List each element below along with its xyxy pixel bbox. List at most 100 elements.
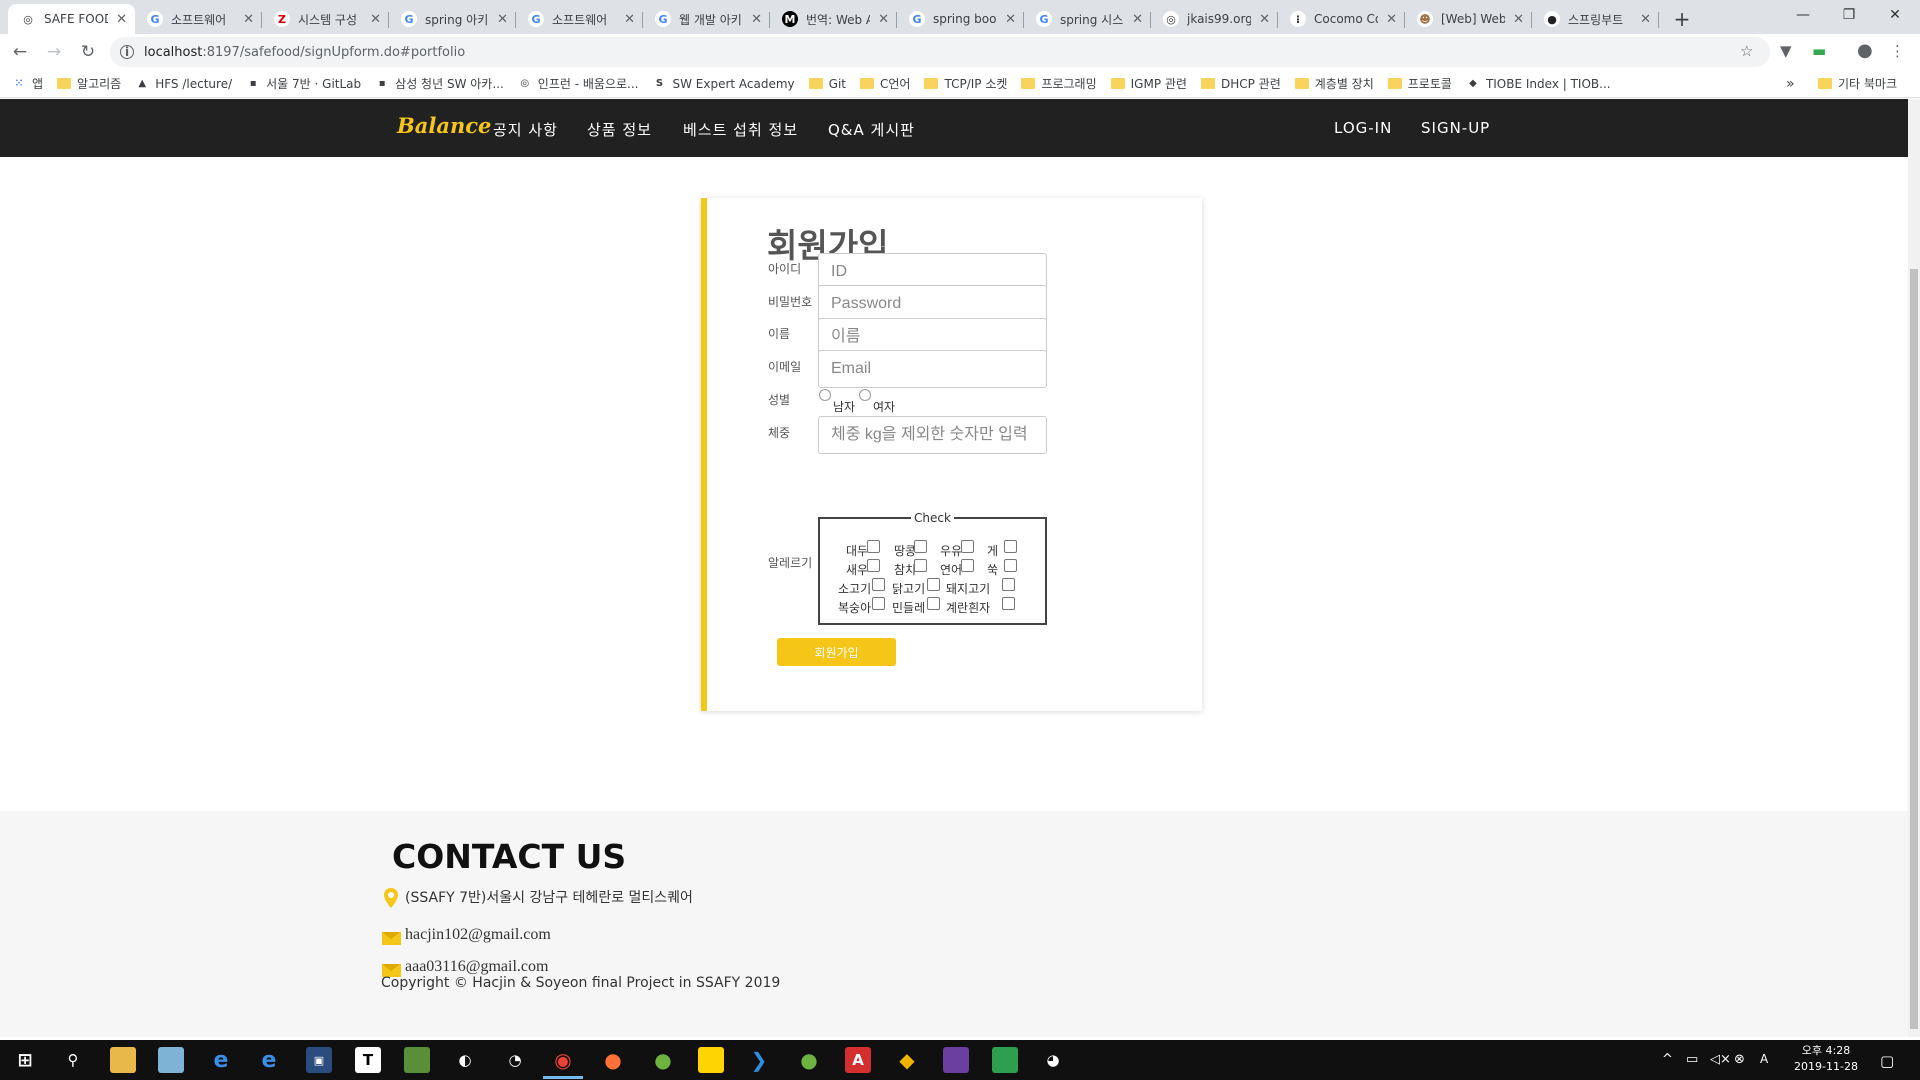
bookmark-item[interactable]: 알고리즘	[57, 75, 121, 92]
allergy-checkbox[interactable]	[1002, 597, 1015, 610]
bookmark-item[interactable]: ⁙ 앱	[12, 75, 43, 92]
maximize-button[interactable]: ❐	[1826, 0, 1872, 30]
signup-submit-button[interactable]: 회원가입	[777, 638, 896, 666]
browser-tab[interactable]: G 웹 개발 아키 ✕	[643, 4, 770, 34]
bookmark-star-icon[interactable]: ☆	[1740, 42, 1753, 60]
allergy-checkbox[interactable]	[914, 540, 927, 553]
extension-icon[interactable]: ▬	[1812, 42, 1826, 60]
bookmark-item[interactable]: DHCP 관련	[1200, 75, 1281, 92]
sticky-notes-icon[interactable]	[698, 1047, 724, 1073]
address-bar[interactable]: i localhost:8197/safefood/signUpform.do#…	[110, 37, 1770, 67]
acrobat-icon[interactable]: A	[845, 1047, 871, 1073]
allergy-checkbox[interactable]	[1002, 578, 1015, 591]
reload-button[interactable]: ↻	[74, 38, 102, 66]
browser-tab[interactable]: Gspring 아키 ✕	[389, 4, 516, 34]
tray-chevron-icon[interactable]: ^	[1662, 1052, 1673, 1067]
browser-tab[interactable]: ☻ [Web] Web ✕	[1405, 4, 1532, 34]
browser-tab[interactable]: Gspring 시스 ✕	[1024, 4, 1151, 34]
app-icon[interactable]: ▣	[306, 1047, 332, 1073]
bookmark-item[interactable]: ◎ 인프런 - 배움으로...	[518, 75, 638, 92]
edge-icon[interactable]: e	[208, 1047, 234, 1073]
tab-close-icon[interactable]: ✕	[1132, 12, 1143, 27]
browser-tab-active[interactable]: ◎ SAFE FOOD ✕	[8, 4, 135, 34]
spring-tool-icon[interactable]: ●	[796, 1047, 822, 1073]
tab-close-icon[interactable]: ✕	[624, 12, 635, 27]
browser-tab[interactable]: M 번역: Web A ✕	[770, 4, 897, 34]
login-link[interactable]: LOG-IN	[1334, 119, 1392, 137]
notepad-icon[interactable]	[158, 1047, 184, 1073]
tab-close-icon[interactable]: ✕	[1386, 12, 1397, 27]
forward-button[interactable]: →	[40, 38, 68, 66]
bookmark-item[interactable]: 프로토콜	[1387, 75, 1452, 92]
app-icon[interactable]	[943, 1047, 969, 1073]
notification-icon[interactable]: ▢	[1880, 1052, 1894, 1070]
close-window-button[interactable]: ✕	[1872, 0, 1918, 30]
site-info-icon[interactable]: i	[120, 45, 134, 59]
system-clock[interactable]: 오후 4:28 2019-11-28	[1791, 1043, 1861, 1075]
new-tab-button[interactable]: +	[1667, 4, 1697, 34]
bookmark-item[interactable]: ▪ 삼성 청년 SW 아카...	[375, 75, 504, 92]
typora-icon[interactable]: T	[355, 1047, 381, 1073]
weight-input[interactable]	[818, 416, 1047, 454]
app-icon[interactable]	[404, 1047, 430, 1073]
browser-tab[interactable]: G 소프트웨어 ✕	[135, 4, 262, 34]
extension-icon[interactable]: ▼	[1780, 42, 1792, 60]
tray-status-icon[interactable]: ⊗	[1734, 1052, 1745, 1067]
browser-tab[interactable]: ⁝ Cocomo Co ✕	[1278, 4, 1405, 34]
gender-female-radio[interactable]	[859, 389, 871, 401]
allergy-checkbox[interactable]	[914, 559, 927, 572]
signup-link[interactable]: SIGN-UP	[1421, 119, 1490, 137]
ime-indicator[interactable]: A	[1760, 1052, 1768, 1066]
profile-avatar-icon[interactable]: ●	[1857, 40, 1873, 61]
email-input[interactable]	[818, 350, 1047, 388]
browser-tab[interactable]: ● 스프링부트 ✕	[1532, 4, 1659, 34]
tab-close-icon[interactable]: ✕	[1513, 12, 1524, 27]
menu-kebab-icon[interactable]: ⋮	[1890, 42, 1905, 60]
brand-logo[interactable]: Balance	[397, 113, 491, 138]
scrollbar-thumb[interactable]	[1910, 269, 1918, 1029]
page-scrollbar[interactable]	[1908, 99, 1920, 1037]
volume-muted-icon[interactable]: ◁×	[1710, 1052, 1731, 1067]
bookmarks-more-icon[interactable]: »	[1786, 76, 1795, 92]
browser-tab[interactable]: Z 시스템 구성 ✕	[262, 4, 389, 34]
bookmark-item[interactable]: TCP/IP 소켓	[924, 75, 1007, 92]
other-bookmarks[interactable]: 기타 북마크	[1818, 75, 1897, 92]
browser-tab[interactable]: Gspring boot ✕	[897, 4, 1024, 34]
file-explorer-icon[interactable]	[110, 1047, 136, 1073]
network-icon[interactable]: ▭	[1686, 1052, 1698, 1067]
tab-close-icon[interactable]: ✕	[243, 12, 254, 27]
email-link[interactable]: aaa03116@gmail.com	[405, 958, 548, 976]
allergy-checkbox[interactable]	[927, 597, 940, 610]
search-icon[interactable]: ⚲	[60, 1047, 86, 1073]
tab-close-icon[interactable]: ✕	[751, 12, 762, 27]
tab-close-icon[interactable]: ✕	[1640, 12, 1651, 27]
allergy-checkbox[interactable]	[867, 540, 880, 553]
paint-icon[interactable]: ◕	[1040, 1047, 1066, 1073]
bookmark-item[interactable]: ◆ TIOBE Index | TIOB...	[1466, 77, 1611, 91]
allergy-checkbox[interactable]	[961, 540, 974, 553]
eclipse-icon[interactable]: ◐	[452, 1047, 478, 1073]
internet-explorer-icon[interactable]: e	[256, 1047, 282, 1073]
spreadsheet-icon[interactable]	[992, 1047, 1018, 1073]
tab-close-icon[interactable]: ✕	[370, 12, 381, 27]
allergy-checkbox[interactable]	[872, 578, 885, 591]
allergy-checkbox[interactable]	[872, 597, 885, 610]
back-button[interactable]: ←	[6, 38, 34, 66]
tab-close-icon[interactable]: ✕	[1005, 12, 1016, 27]
allergy-checkbox[interactable]	[961, 559, 974, 572]
chrome-icon[interactable]: ◉	[550, 1047, 576, 1073]
bookmark-item[interactable]: 계층별 장치	[1294, 75, 1374, 92]
browser-tab[interactable]: ◎ jkais99.org/ ✕	[1151, 4, 1278, 34]
bookmark-item[interactable]: 프로그래밍	[1021, 75, 1097, 92]
allergy-checkbox[interactable]	[1004, 559, 1017, 572]
nav-qna[interactable]: Q&A 게시판	[828, 119, 915, 140]
spring-tool-icon[interactable]: ●	[650, 1047, 676, 1073]
bookmark-item[interactable]: IGMP 관련	[1110, 75, 1187, 92]
minimize-button[interactable]: —	[1780, 0, 1826, 30]
allergy-checkbox[interactable]	[867, 559, 880, 572]
windows-start-icon[interactable]: ⊞	[12, 1047, 38, 1073]
tab-close-icon[interactable]: ✕	[497, 12, 508, 27]
gender-male-radio[interactable]	[819, 389, 831, 401]
app-icon[interactable]: ◔	[502, 1047, 528, 1073]
git-tool-icon[interactable]: ◆	[894, 1047, 920, 1073]
